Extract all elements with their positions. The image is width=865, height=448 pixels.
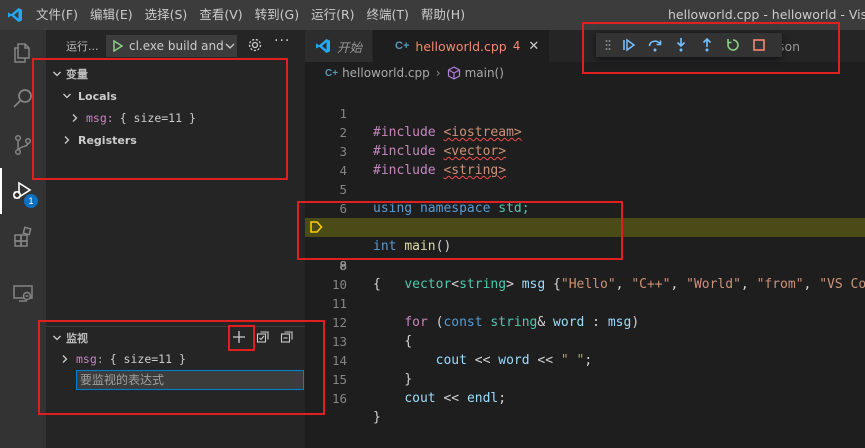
tab-welcome[interactable]: 开始 (305, 30, 374, 62)
menu-file[interactable]: 文件(F) (30, 0, 84, 30)
highlight-box (38, 320, 325, 415)
active-indicator (0, 168, 2, 214)
menu-go[interactable]: 转到(G) (249, 0, 305, 30)
code-line: 3 #include <string> (305, 123, 865, 178)
tab-label: 开始 (337, 39, 363, 55)
code-line: 5 using namespace std; (305, 161, 865, 216)
gear-icon[interactable] (247, 37, 263, 53)
code-editor[interactable]: 1 #include <iostream> 2 #include <vector… (305, 84, 865, 448)
debug-config-select[interactable]: cl.exe build and debug active file (106, 35, 237, 57)
start-debugging-icon[interactable] (113, 40, 123, 52)
chevron-down-icon (225, 43, 235, 49)
code-line: 11 for (const string& word : msg) (305, 275, 865, 330)
run-view-title: 运行... (66, 40, 99, 53)
tab-helloworld-cpp[interactable]: C+ helloworld.cpp 4 ✕ (373, 30, 551, 62)
debug-badge: 1 (24, 194, 38, 208)
menu-terminal[interactable]: 终端(T) (361, 0, 415, 30)
code-line: 6 (305, 180, 865, 216)
extensions-icon[interactable] (0, 214, 46, 260)
menu-view[interactable]: 查看(V) (193, 0, 248, 30)
highlight-box (582, 22, 840, 74)
cpp-file-icon: C+ (325, 67, 339, 79)
breadcrumb-file[interactable]: helloworld.cpp (342, 66, 430, 80)
code-line: 12 { (305, 294, 865, 349)
menu-edit[interactable]: 编辑(E) (84, 0, 139, 30)
code-line: 13 cout << word << " "; (305, 313, 865, 368)
code-line: 2 #include <vector> (305, 104, 865, 159)
menu-selection[interactable]: 选择(S) (139, 0, 194, 30)
code-line: 16 } (305, 370, 865, 425)
code-line: 1 #include <iostream> (305, 85, 865, 140)
menu-help[interactable]: 帮助(H) (415, 0, 471, 30)
remote-explorer-icon[interactable] (0, 270, 46, 316)
vscode-logo-icon (316, 39, 330, 53)
chevron-right-icon: › (435, 66, 441, 80)
vscode-logo-icon (0, 0, 30, 30)
tab-label: helloworld.cpp (415, 38, 507, 54)
code-line: 15 cout << endl; (305, 351, 865, 406)
highlight-box (228, 325, 255, 351)
highlight-box (297, 201, 623, 260)
method-icon (447, 66, 460, 80)
code-line: 14 } (305, 332, 865, 387)
problems-count: 4 (512, 39, 521, 53)
menu-bar: 文件(F) 编辑(E) 选择(S) 查看(V) 转到(G) 运行(R) 终端(T… (30, 0, 471, 30)
more-actions-icon[interactable]: ··· (274, 33, 290, 49)
code-line: 4 (305, 142, 865, 178)
cpp-file-icon: C+ (395, 40, 410, 52)
debug-config-label: cl.exe build and debug active file (129, 39, 225, 53)
close-icon[interactable]: ✕ (528, 39, 539, 54)
menu-run[interactable]: 运行(R) (305, 0, 360, 30)
highlight-box (32, 58, 288, 180)
breadcrumb-symbol[interactable]: main() (465, 66, 504, 80)
